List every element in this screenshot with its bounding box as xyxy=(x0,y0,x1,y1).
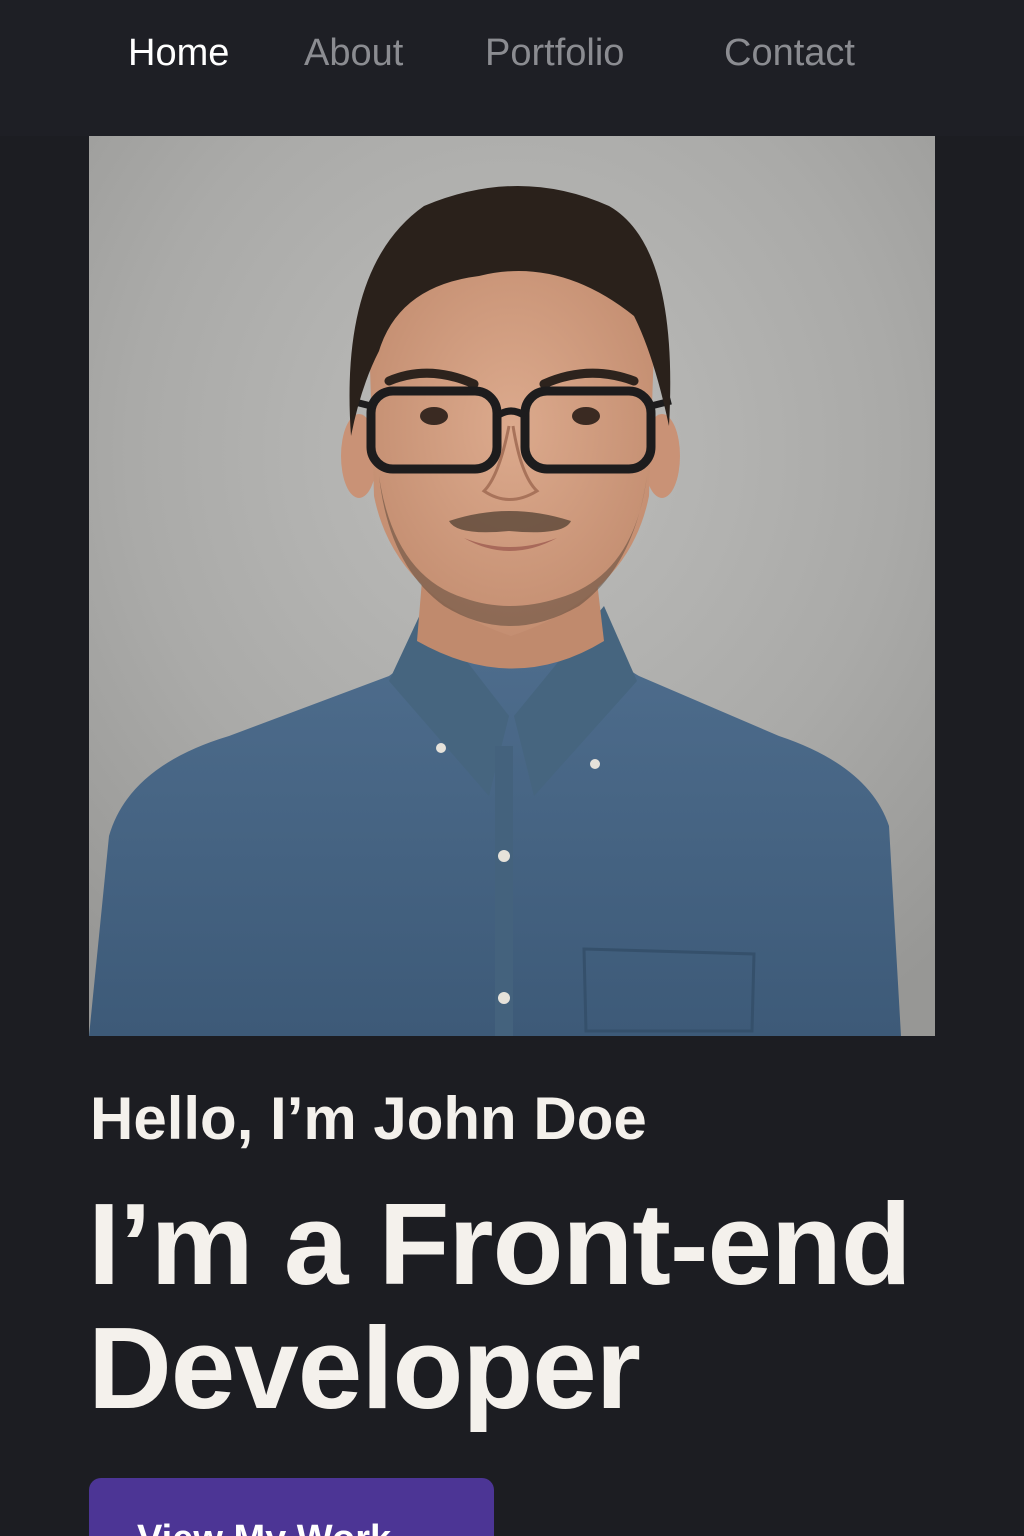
nav-link-contact[interactable]: Contact xyxy=(724,30,855,76)
view-my-work-button[interactable]: View My Work xyxy=(89,1478,494,1536)
portrait-illustration xyxy=(89,136,935,1036)
nav-link-about[interactable]: About xyxy=(304,30,403,76)
top-navbar: Home About Portfolio Contact xyxy=(0,0,1024,136)
hero-headline: I’m a Front-end Developer xyxy=(88,1182,988,1430)
hero-headline-line2: Developer xyxy=(88,1303,641,1433)
nav-link-home[interactable]: Home xyxy=(128,30,229,76)
hero-greeting: Hello, I’m John Doe xyxy=(90,1085,647,1152)
nav-link-portfolio[interactable]: Portfolio xyxy=(485,30,624,76)
hero-headline-line1: I’m a Front-end xyxy=(88,1179,912,1309)
profile-photo xyxy=(89,136,935,1036)
portfolio-page: Home About Portfolio Contact Hello, I’m … xyxy=(0,0,1024,1536)
